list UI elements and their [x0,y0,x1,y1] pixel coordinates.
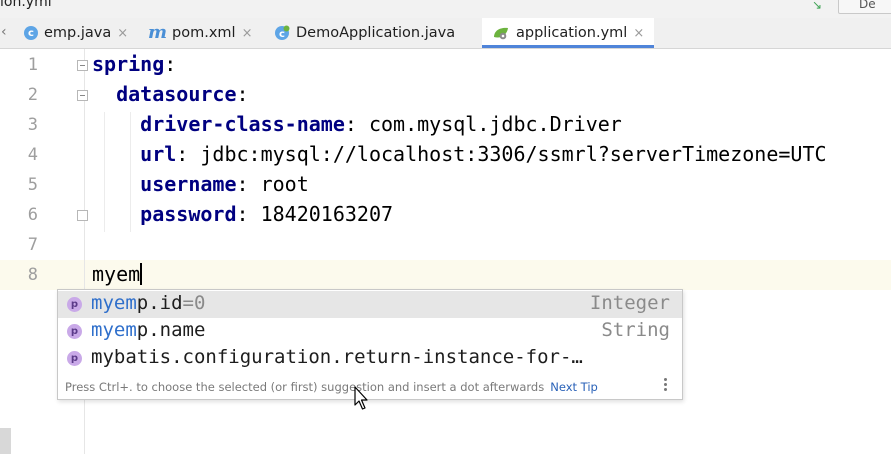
close-icon[interactable]: × [633,26,644,41]
tab-label: DemoApplication.java [296,25,456,41]
completion-label: mybatis.configuration.return-instance-fo… [91,346,583,368]
code-line: password: 18420163207 [140,202,394,226]
tab-label: emp.java [44,25,112,41]
code-line: username: root [140,172,309,196]
spring-config-icon [492,26,510,40]
svg-text:c: c [279,29,285,40]
code-line: spring: [92,52,177,76]
property-icon: p [67,324,82,339]
run-config-label: De [859,0,876,11]
tab-scroll-left-icon[interactable]: ‹ [1,24,7,40]
text-caret [140,263,143,285]
current-line-highlight [85,260,891,290]
tab-demoapplication-java[interactable]: c DemoApplication.java [274,18,455,48]
completion-item[interactable]: p mybatis.configuration.return-instance-… [58,345,682,372]
line-number: 1 [27,55,38,75]
tab-pom-xml[interactable]: m pom.xml × [148,18,253,48]
completion-item[interactable]: p myemp.id=0 Integer [58,291,682,318]
close-icon[interactable]: × [117,26,128,41]
line-number: 7 [27,235,38,255]
active-tab-indicator [482,45,655,48]
code-line: url: jdbc:mysql://localhost:3306/ssmrl?s… [140,142,827,166]
property-icon: p [67,351,82,366]
spring-boot-class-icon: c [274,25,290,41]
tab-emp-java[interactable]: c emp.java × [24,18,128,48]
window-title: ion.yml [0,0,52,10]
run-chevron-icon[interactable]: ↘ [812,0,822,12]
fold-marker-icon[interactable] [77,60,88,71]
mouse-cursor-icon [354,386,368,410]
java-class-icon: c [24,26,38,40]
completion-label: myemp.name [91,319,206,341]
line-number: 4 [27,145,38,165]
completion-type: Integer [589,292,670,314]
completion-hint-text: Press Ctrl+. to choose the selected (or … [65,380,545,394]
horizontal-scrollbar-stub[interactable] [0,428,11,454]
code-line: driver-class-name: com.mysql.jdbc.Driver [140,112,622,136]
more-options-icon[interactable] [664,378,668,394]
fold-end-icon[interactable] [77,210,88,221]
next-tip-link[interactable]: Next Tip [550,380,598,394]
editor-tab-bar: ‹ c emp.java × m pom.xml × c DemoApplica… [0,18,891,49]
tab-application-yml[interactable]: application.yml × [482,18,655,48]
completion-label: myemp.id=0 [91,292,206,314]
completion-item[interactable]: p myemp.name String [58,318,682,345]
code-line: datasource: [116,82,249,106]
line-number: 2 [27,85,38,105]
maven-icon: m [148,22,168,43]
tab-label: application.yml [516,25,628,41]
code-line-current: myem [92,262,143,286]
line-number: 5 [27,175,38,195]
completion-type: String [601,319,670,341]
completion-hint: Press Ctrl+. to choose the selected (or … [65,380,598,394]
line-number: 8 [27,265,38,285]
run-config-dropdown[interactable]: De [838,0,891,14]
close-icon[interactable]: × [242,26,253,41]
tab-label: pom.xml [172,25,236,41]
completion-popup: p myemp.id=0 Integer p myemp.name String… [57,289,683,400]
window-title-bar: ion.yml ↘ De [0,0,891,18]
fold-marker-icon[interactable] [77,90,88,101]
line-number: 6 [27,205,38,225]
property-icon: p [67,297,82,312]
line-number: 3 [27,115,38,135]
